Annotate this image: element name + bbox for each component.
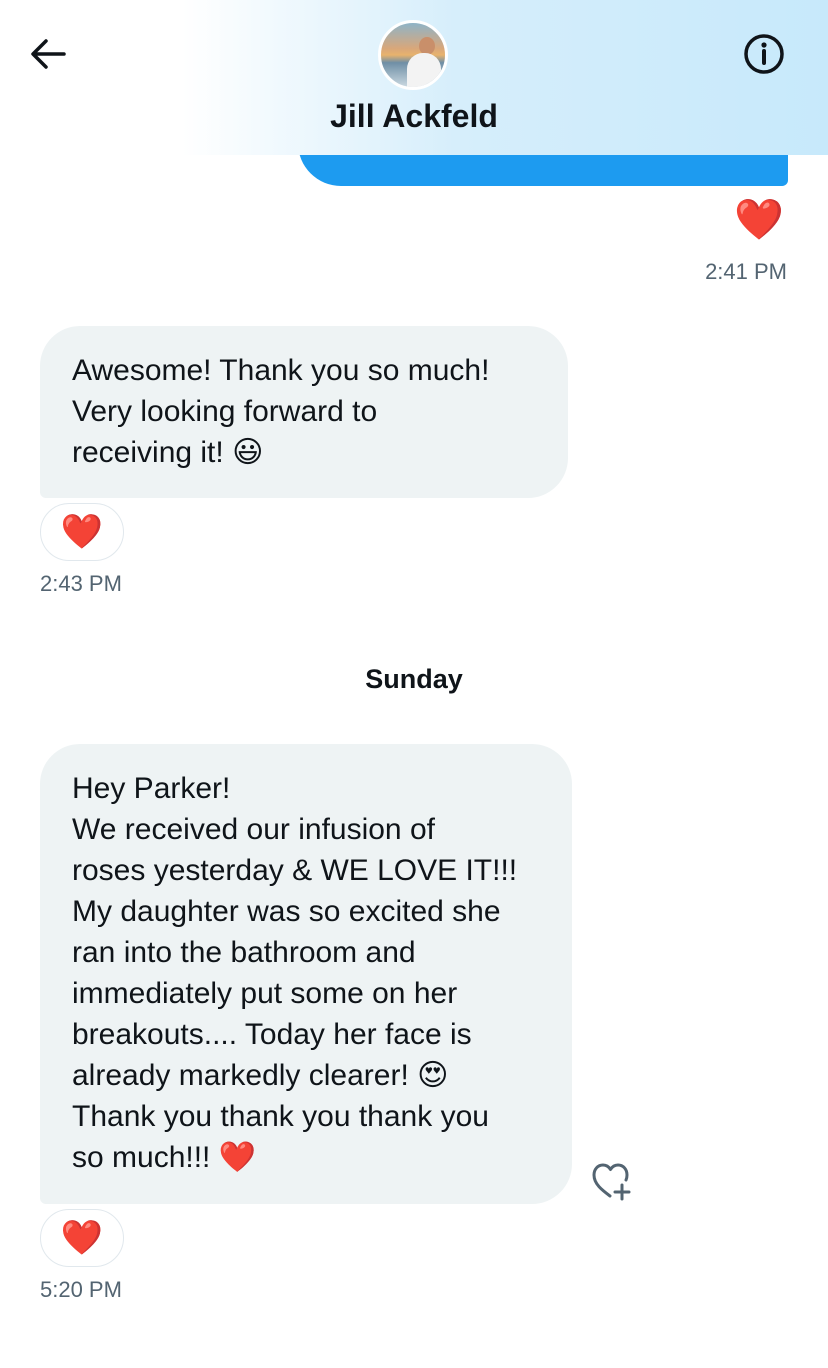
day-separator: Sunday	[365, 664, 463, 694]
outgoing-reaction-heart[interactable]: ❤️	[734, 200, 784, 240]
avatar-person-body	[407, 53, 441, 87]
info-button[interactable]	[740, 32, 788, 80]
message-text-line: My daughter was so excited she	[72, 895, 501, 928]
heart-reaction-icon: ❤️	[60, 513, 104, 551]
add-reaction-button[interactable]	[588, 1158, 636, 1202]
message-timestamp: 2:41 PM	[705, 259, 787, 284]
contact-name[interactable]: Jill Ackfeld	[0, 98, 828, 135]
message-timestamp: 2:43 PM	[40, 571, 122, 596]
heart-reaction-icon: ❤️	[60, 1219, 104, 1257]
message-text-line: immediately put some on her	[72, 977, 458, 1010]
message-text-line: receiving it! 😃	[72, 436, 264, 469]
reaction-pill[interactable]: ❤️	[40, 1209, 124, 1267]
heart-plus-icon	[592, 1163, 631, 1201]
message-text-line: so much!!! ❤️	[72, 1141, 257, 1174]
message-text-line: already markedly clearer! 😍	[72, 1059, 449, 1092]
message-text-line: Thank you thank you thank you	[72, 1100, 489, 1133]
message-text-line: We received our infusion of	[72, 813, 435, 846]
conversation-header: Jill Ackfeld	[0, 0, 828, 155]
message-text-line: roses yesterday & WE LOVE IT!!!	[72, 854, 518, 887]
incoming-message-bubble[interactable]: Awesome! Thank you so much! Very looking…	[40, 326, 568, 498]
back-button[interactable]	[24, 30, 72, 78]
back-arrow-icon	[31, 39, 66, 69]
avatar[interactable]	[378, 20, 448, 90]
message-text-line: breakouts.... Today her face is	[72, 1018, 472, 1051]
message-timestamp: 5:20 PM	[40, 1277, 122, 1302]
message-text-line: Awesome! Thank you so much!	[72, 354, 490, 387]
message-text-line: Very looking forward to	[72, 395, 378, 428]
incoming-message-bubble[interactable]: Hey Parker! We received our infusion of …	[40, 744, 572, 1204]
message-text-line: ran into the bathroom and	[72, 936, 416, 969]
message-text-line: Hey Parker!	[72, 772, 231, 805]
reaction-pill[interactable]: ❤️	[40, 503, 124, 561]
info-icon	[744, 34, 784, 74]
